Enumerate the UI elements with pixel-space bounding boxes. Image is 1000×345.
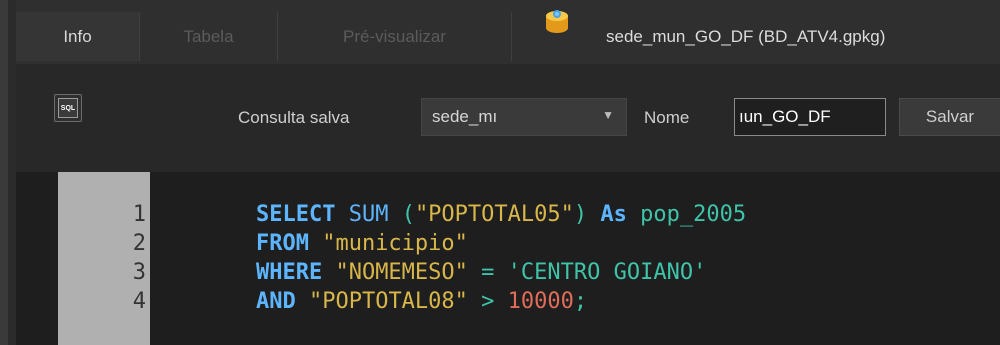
code-line: 2 FROM "municipio" xyxy=(133,205,1000,256)
code-line: 1 SELECT SUM ("POPTOTAL05") As pop_2005 xyxy=(133,176,1000,227)
dbmanager-window: Info Tabela Pré-visualizar sede_mun_GO_D… xyxy=(0,0,1000,345)
query-tab-title[interactable]: sede_mun_GO_DF (BD_ATV4.gpkg) xyxy=(516,12,1000,61)
query-toolbar: SQL Consulta salva sede_mı ▼ Nome ıun_GO… xyxy=(16,64,1000,172)
sql-icon-label: SQL xyxy=(58,98,78,118)
sql-editor[interactable]: 1 SELECT SUM ("POPTOTAL05") As pop_2005 2… xyxy=(16,172,1000,345)
save-button[interactable]: Salvar xyxy=(899,98,1000,136)
code-line: 4 AND "POPTOTAL08" > 10000; xyxy=(133,263,1000,314)
line-number-gutter xyxy=(58,172,150,345)
sql-icon[interactable]: SQL xyxy=(54,94,82,122)
semicolon-token: ; xyxy=(573,289,588,314)
name-label: Nome xyxy=(644,108,690,127)
database-icon xyxy=(546,10,568,33)
tab-tabela[interactable]: Tabela xyxy=(140,12,278,61)
chevron-down-icon: ▼ xyxy=(602,108,614,122)
saved-query-label: Consulta salva xyxy=(238,108,350,127)
tab-bar: Info Tabela Pré-visualizar sede_mun_GO_D… xyxy=(16,0,1000,64)
code-area[interactable]: 1 SELECT SUM ("POPTOTAL05") As pop_2005 2… xyxy=(133,172,1000,345)
tab-preview[interactable]: Pré-visualizar xyxy=(278,12,512,61)
keyword-token: AND xyxy=(255,289,296,314)
code-line: 3 WHERE "NOMEMESO" = 'CENTRO GOIANO' xyxy=(133,234,1000,285)
line-number: 3 xyxy=(132,260,146,285)
identifier-token: "POPTOTAL08" xyxy=(308,289,468,314)
line-number: 2 xyxy=(132,231,146,256)
name-input[interactable]: ıun_GO_DF xyxy=(734,98,886,136)
saved-query-value: sede_mı xyxy=(432,107,498,126)
tab-info[interactable]: Info xyxy=(16,12,140,61)
operator-token: > xyxy=(467,289,508,314)
saved-query-select[interactable]: sede_mı ▼ xyxy=(421,98,627,136)
number-literal-token: 10000 xyxy=(507,289,574,314)
line-number: 4 xyxy=(132,289,146,314)
line-number: 1 xyxy=(132,202,146,227)
